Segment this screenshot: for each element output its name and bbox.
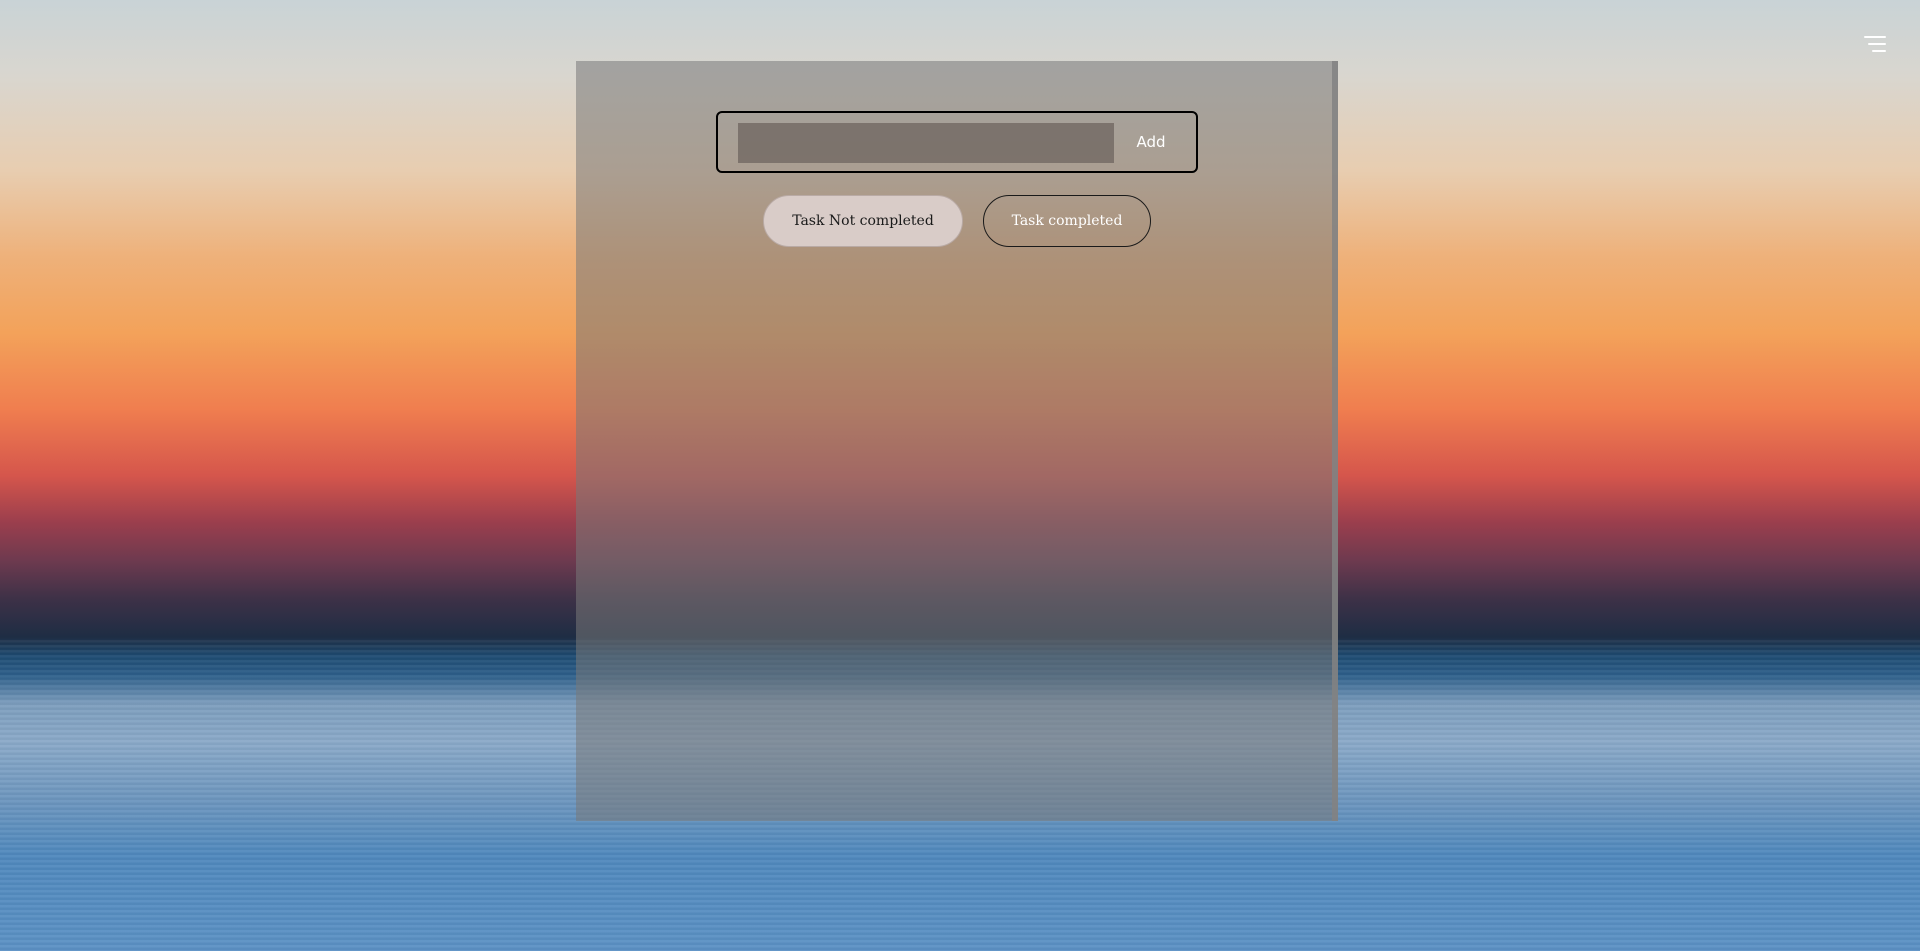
todo-panel: Add Task Not completed Task completed xyxy=(576,61,1338,821)
task-input-container: Add xyxy=(716,111,1198,173)
add-task-button[interactable]: Add xyxy=(1126,127,1176,157)
filter-task-completed-button[interactable]: Task completed xyxy=(983,195,1151,247)
task-input[interactable] xyxy=(738,123,1114,163)
menu-line-2 xyxy=(1868,43,1886,45)
menu-line-3 xyxy=(1872,50,1886,52)
hamburger-menu-icon[interactable] xyxy=(1862,35,1886,55)
menu-line-1 xyxy=(1864,36,1886,38)
filter-task-not-completed-button[interactable]: Task Not completed xyxy=(763,195,963,247)
